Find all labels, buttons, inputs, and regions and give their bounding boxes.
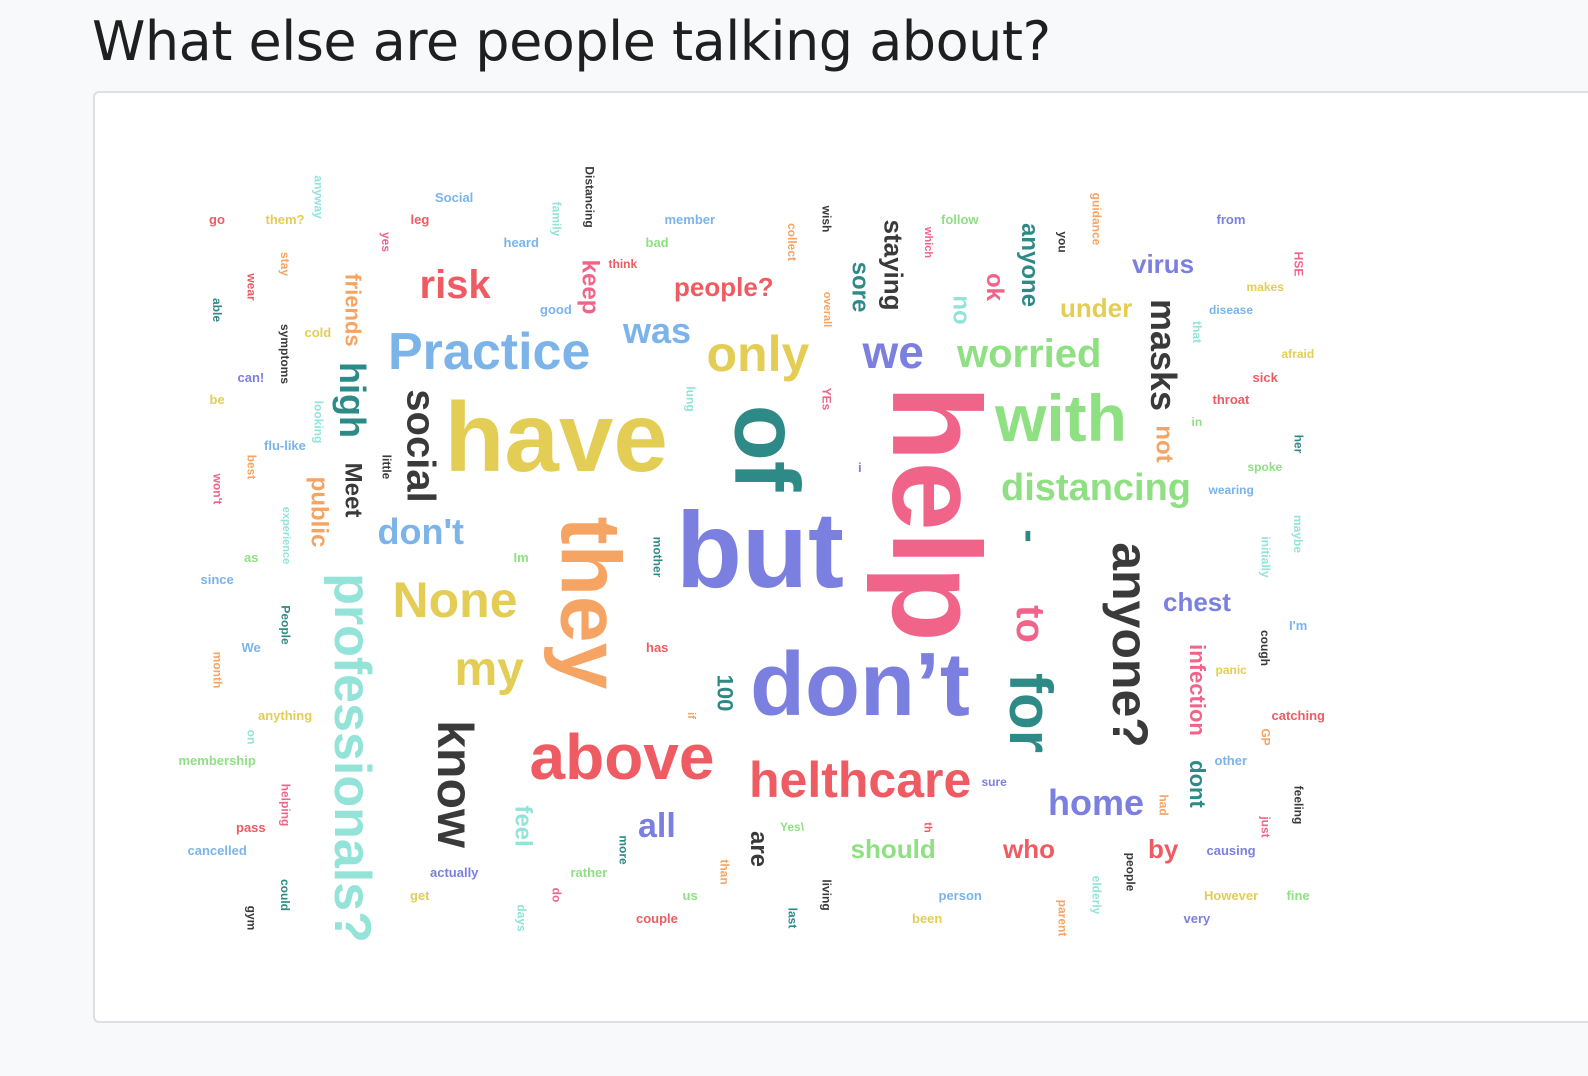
word-cloud-card bbox=[93, 91, 1588, 1023]
page-title: What else are people talking about? bbox=[92, 10, 1051, 73]
